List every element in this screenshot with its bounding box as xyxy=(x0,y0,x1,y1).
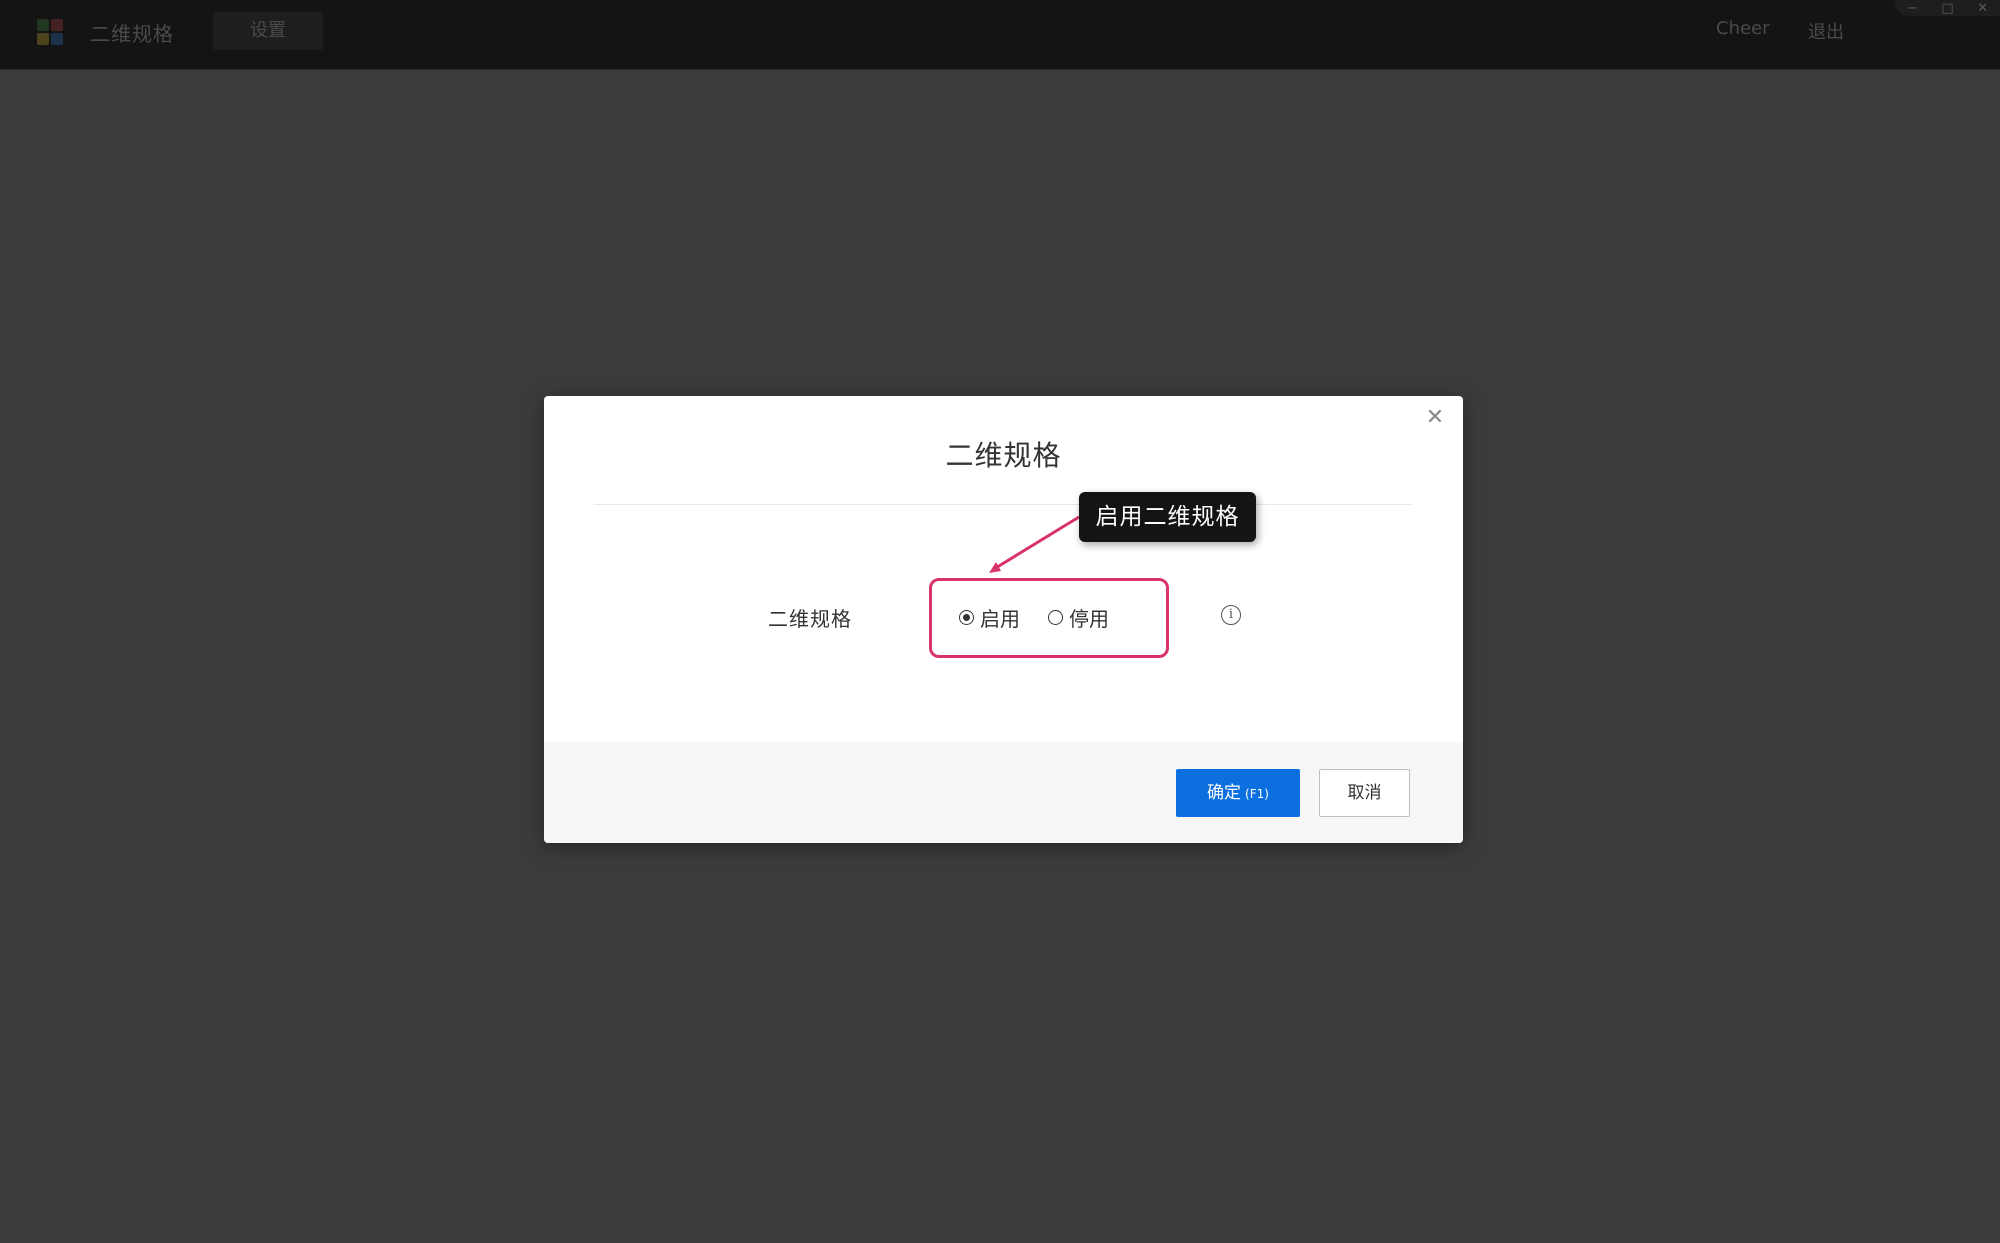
dialog-divider xyxy=(594,504,1412,505)
annotation-callout: 启用二维规格 xyxy=(1079,492,1256,542)
app-title: 二维规格 xyxy=(90,22,174,46)
user-name[interactable]: Cheer xyxy=(1716,18,1770,39)
maximize-icon[interactable]: □ xyxy=(1941,1,1953,16)
field-label: 二维规格 xyxy=(768,607,852,631)
confirm-shortcut: (F1) xyxy=(1245,787,1269,801)
app-header: 二维规格 设置 Cheer 退出 − □ ✕ xyxy=(0,0,2000,70)
tab-settings[interactable]: 设置 xyxy=(213,12,323,50)
app-logo-icon xyxy=(37,19,63,45)
window-controls: − □ ✕ xyxy=(1895,0,2000,16)
dialog-title: 二维规格 xyxy=(945,439,1062,472)
info-icon[interactable]: i xyxy=(1221,605,1241,625)
confirm-button[interactable]: 确定 (F1) xyxy=(1176,769,1300,817)
cancel-button[interactable]: 取消 xyxy=(1319,769,1410,817)
annotation-highlight-box xyxy=(929,578,1169,658)
logout-link[interactable]: 退出 xyxy=(1808,18,1844,44)
minimize-icon[interactable]: − xyxy=(1907,1,1918,16)
confirm-button-label: 确定 xyxy=(1207,783,1242,803)
close-icon[interactable]: ✕ xyxy=(1423,406,1447,430)
window-close-icon[interactable]: ✕ xyxy=(1977,1,1988,16)
